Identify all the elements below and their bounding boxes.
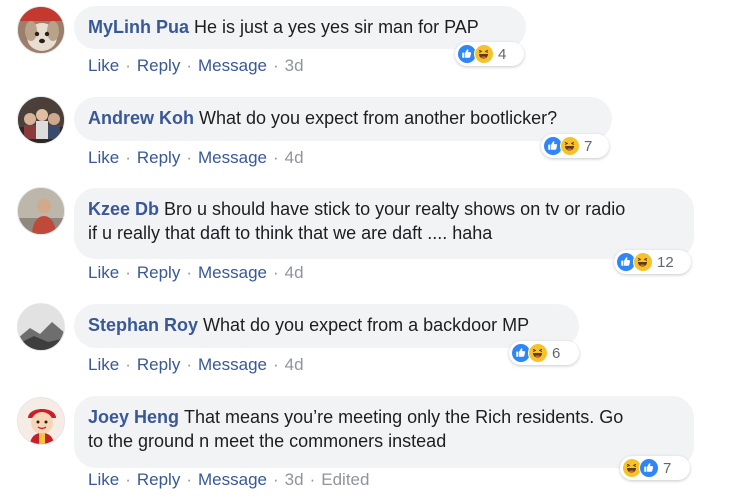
person-photo-avatar-icon [18,188,64,234]
comment-text-line: if u really that daft to think that we a… [88,223,493,243]
separator: · [272,56,279,75]
edited-label[interactable]: Edited [321,470,369,489]
avatar[interactable] [17,303,65,351]
author-name[interactable]: MyLinh Pua [88,17,189,37]
haha-reaction-icon [633,252,653,272]
like-link[interactable]: Like [88,148,119,167]
reply-link[interactable]: Reply [137,470,180,489]
separator: · [125,470,131,489]
reaction-count: 12 [657,253,674,271]
separator: · [125,263,131,282]
comment-text-line: to the ground n meet the commoners inste… [88,431,447,451]
comment-actions: Like · Reply · Message · 3d · Edited [88,470,369,490]
comment-bubble: Kzee Db Bro u should have stick to your r… [74,188,694,259]
comment-bubble: Andrew Koh What do you expect from anothe… [74,97,612,141]
separator: · [125,355,131,374]
haha-reaction-icon [560,136,580,156]
reaction-count: 4 [498,45,507,63]
reply-link[interactable]: Reply [137,56,180,75]
comment-text-line: Kzee Db Bro u should have stick to your r… [88,197,680,221]
comment-text: What do you expect from a backdoor MP [203,315,530,335]
message-link[interactable]: Message [198,263,267,282]
author-name[interactable]: Joey Heng [88,407,179,427]
like-reaction-icon [639,458,659,478]
dog-photo-avatar-icon [18,7,64,53]
reactions-summary[interactable]: 12 [614,250,691,274]
comment-actions: Like · Reply · Message · 3d [88,56,304,76]
author-name[interactable]: Stephan Roy [88,315,198,335]
landscape-photo-avatar-icon [18,304,64,350]
author-name[interactable]: Kzee Db [88,199,159,219]
avatar[interactable] [17,187,65,235]
comment-actions: Like · Reply · Message · 4d [88,148,304,168]
timestamp[interactable]: 4d [285,148,304,167]
author-name[interactable]: Andrew Koh [88,108,194,128]
comment-text: What do you expect from another bootlick… [199,108,558,128]
haha-reaction-icon [474,44,494,64]
separator: · [186,470,192,489]
comment-text: That means you’re meeting only the Rich … [184,407,624,427]
comment-bubble: MyLinh Pua He is just a yes yes sir man f… [74,6,526,49]
reply-link[interactable]: Reply [137,148,180,167]
message-link[interactable]: Message [198,148,267,167]
message-link[interactable]: Message [198,355,267,374]
comment-text: Bro u should have stick to your realty s… [164,199,626,219]
separator: · [272,148,279,167]
timestamp[interactable]: 3d [285,56,304,75]
haha-reaction-icon [528,343,548,363]
separator: · [272,470,279,489]
group-photo-avatar-icon [18,97,64,143]
separator: · [272,355,279,374]
timestamp[interactable]: 4d [285,355,304,374]
timestamp[interactable]: 3d [285,470,304,489]
reactions-summary[interactable]: 7 [620,456,690,480]
avatar[interactable] [17,96,65,144]
comment-text: He is just a yes yes sir man for PAP [194,17,479,37]
like-link[interactable]: Like [88,263,119,282]
reactions-summary[interactable]: 7 [541,134,609,158]
separator: · [186,263,192,282]
separator: · [125,56,131,75]
timestamp[interactable]: 4d [285,263,304,282]
reactions-summary[interactable]: 6 [509,341,579,365]
message-link[interactable]: Message [198,470,267,489]
separator: · [186,56,192,75]
reactions-summary[interactable]: 4 [455,42,524,66]
avatar[interactable] [17,6,65,54]
reaction-count: 7 [663,459,672,477]
reaction-count: 7 [584,137,593,155]
separator: · [186,148,192,167]
comment-actions: Like · Reply · Message · 4d [88,263,304,283]
separator: · [186,355,192,374]
like-link[interactable]: Like [88,355,119,374]
separator: · [272,263,279,282]
separator: · [125,148,131,167]
separator: · [309,470,316,489]
comment-bubble: Joey Heng That means you’re meeting only … [74,396,694,468]
reaction-count: 6 [552,344,561,362]
cartoon-avatar-icon [18,398,64,444]
comment-text-line: Joey Heng That means you’re meeting only … [88,405,680,429]
like-link[interactable]: Like [88,470,119,489]
avatar[interactable] [17,397,65,445]
reply-link[interactable]: Reply [137,355,180,374]
like-link[interactable]: Like [88,56,119,75]
comment-actions: Like · Reply · Message · 4d [88,355,304,375]
comment-bubble: Stephan Roy What do you expect from a bac… [74,304,579,348]
message-link[interactable]: Message [198,56,267,75]
reply-link[interactable]: Reply [137,263,180,282]
